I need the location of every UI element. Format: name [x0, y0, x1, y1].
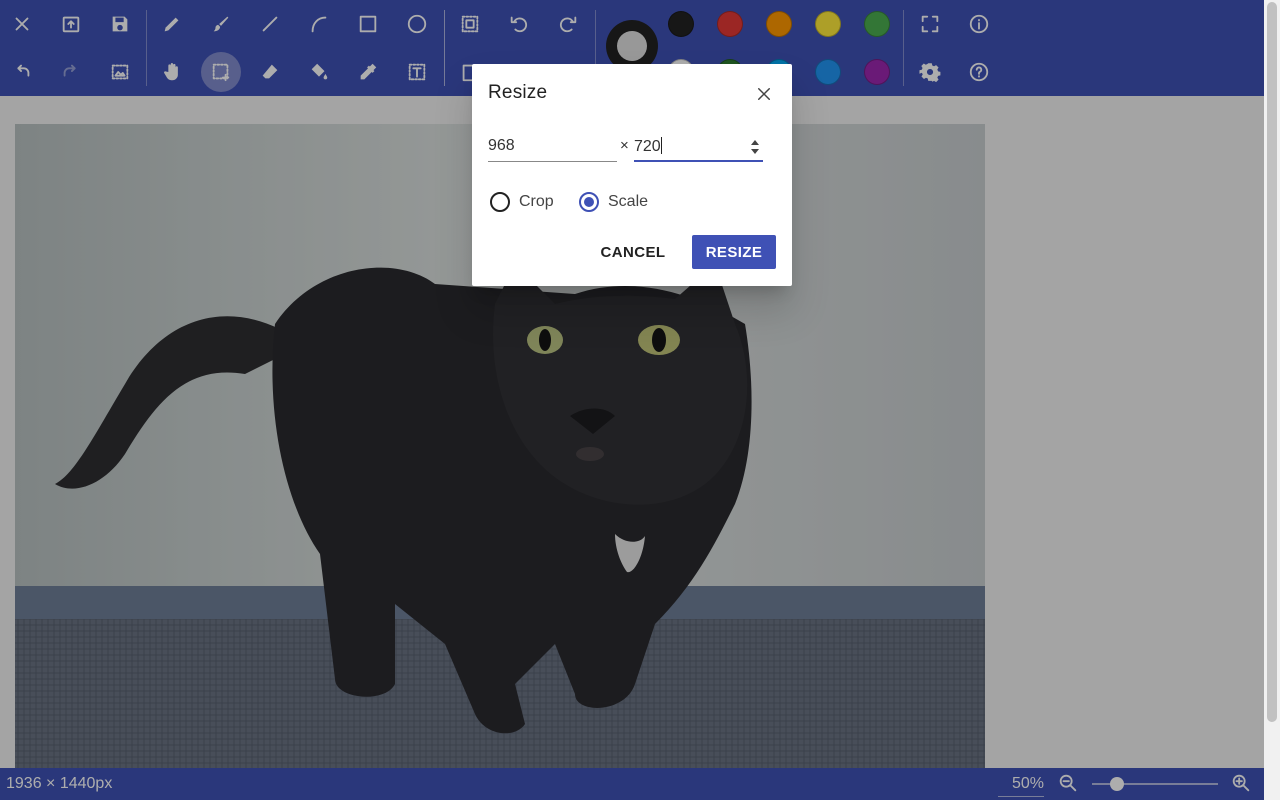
height-stepper[interactable]	[748, 138, 762, 156]
text-cursor	[660, 137, 662, 154]
vertical-scrollbar[interactable]	[1264, 0, 1280, 800]
scale-radio-circle[interactable]	[579, 192, 599, 212]
dialog-title: Resize	[488, 82, 548, 103]
resize-dialog: Resize 968 × 720 Crop Scale CANCEL RESIZ…	[472, 64, 792, 286]
scale-radio-label: Scale	[608, 193, 649, 210]
resize-button[interactable]: RESIZE	[692, 235, 776, 269]
cancel-button[interactable]: CANCEL	[592, 235, 674, 269]
scale-radio[interactable]: Scale	[579, 190, 648, 214]
dialog-close-button[interactable]	[750, 80, 778, 108]
width-input[interactable]: 968	[488, 134, 617, 162]
scrollbar-thumb[interactable]	[1267, 2, 1277, 722]
width-value: 968	[488, 137, 515, 154]
crop-radio-label: Crop	[519, 193, 554, 210]
stepper-arrows-icon	[751, 140, 759, 154]
dimension-separator: ×	[620, 137, 629, 154]
crop-radio-circle[interactable]	[490, 192, 510, 212]
crop-radio[interactable]: Crop	[490, 190, 554, 214]
height-input[interactable]: 720	[634, 134, 763, 162]
close-icon	[758, 88, 770, 100]
height-value: 720	[634, 138, 661, 155]
